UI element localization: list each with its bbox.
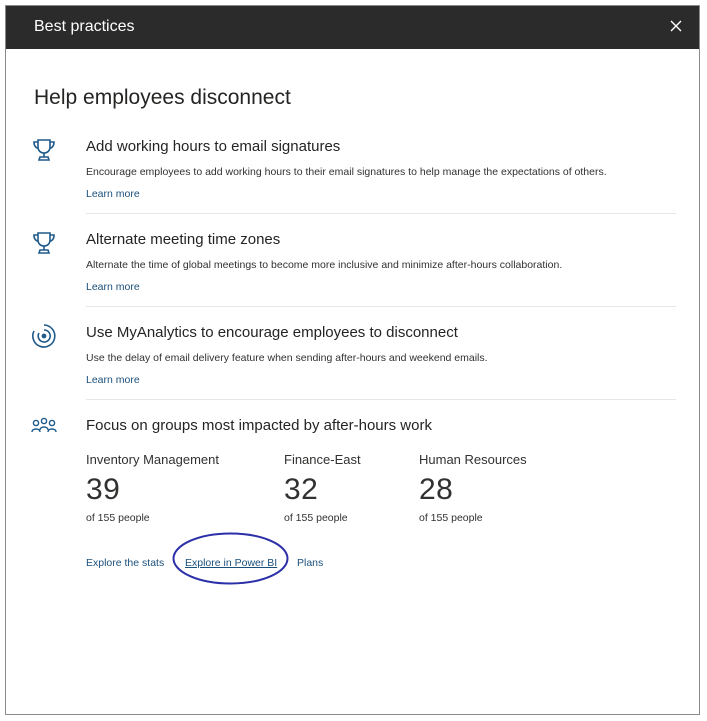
practice-title: Use MyAnalytics to encourage employees t…: [86, 324, 458, 341]
page-heading: Help employees disconnect: [34, 86, 291, 109]
practice-description: Encourage employees to add working hours…: [86, 166, 607, 178]
group-total: of 155 people: [419, 512, 483, 524]
practice-item: Alternate meeting time zones Alternate t…: [26, 229, 676, 299]
group-count: 32: [284, 473, 319, 506]
group-name: Finance-East: [284, 452, 361, 467]
group-count: 39: [86, 473, 121, 506]
practice-description: Use the delay of email delivery feature …: [86, 352, 488, 364]
people-group-icon: [30, 415, 58, 443]
close-icon[interactable]: [667, 17, 685, 35]
best-practices-dialog: Best practices Help employees disconnect…: [5, 5, 700, 715]
group-name: Inventory Management: [86, 452, 219, 467]
group-stat: Finance-East 32 of 155 people: [284, 452, 361, 524]
divider: [86, 399, 676, 400]
plans-link[interactable]: Plans: [297, 557, 323, 569]
practice-item: Use MyAnalytics to encourage employees t…: [26, 322, 676, 392]
learn-more-link[interactable]: Learn more: [86, 188, 140, 200]
dialog-title: Best practices: [34, 18, 135, 35]
myanalytics-icon: [30, 322, 58, 350]
explore-power-bi-link[interactable]: Explore in Power BI: [185, 557, 277, 569]
trophy-icon: [30, 136, 58, 164]
learn-more-link[interactable]: Learn more: [86, 374, 140, 386]
group-total: of 155 people: [284, 512, 348, 524]
group-total: of 155 people: [86, 512, 150, 524]
group-stat: Human Resources 28 of 155 people: [419, 452, 527, 524]
trophy-icon: [30, 229, 58, 257]
dialog-titlebar: Best practices: [6, 6, 699, 49]
group-count: 28: [419, 473, 454, 506]
divider: [86, 213, 676, 214]
divider: [86, 306, 676, 307]
focus-title: Focus on groups most impacted by after-h…: [86, 417, 432, 434]
practice-item: Add working hours to email signatures En…: [26, 136, 676, 206]
group-stat: Inventory Management 39 of 155 people: [86, 452, 219, 524]
group-name: Human Resources: [419, 452, 527, 467]
learn-more-link[interactable]: Learn more: [86, 281, 140, 293]
focus-section: Focus on groups most impacted by after-h…: [26, 415, 676, 445]
practice-description: Alternate the time of global meetings to…: [86, 259, 563, 271]
practice-title: Add working hours to email signatures: [86, 138, 341, 155]
practice-title: Alternate meeting time zones: [86, 231, 281, 248]
explore-stats-link[interactable]: Explore the stats: [86, 557, 164, 569]
